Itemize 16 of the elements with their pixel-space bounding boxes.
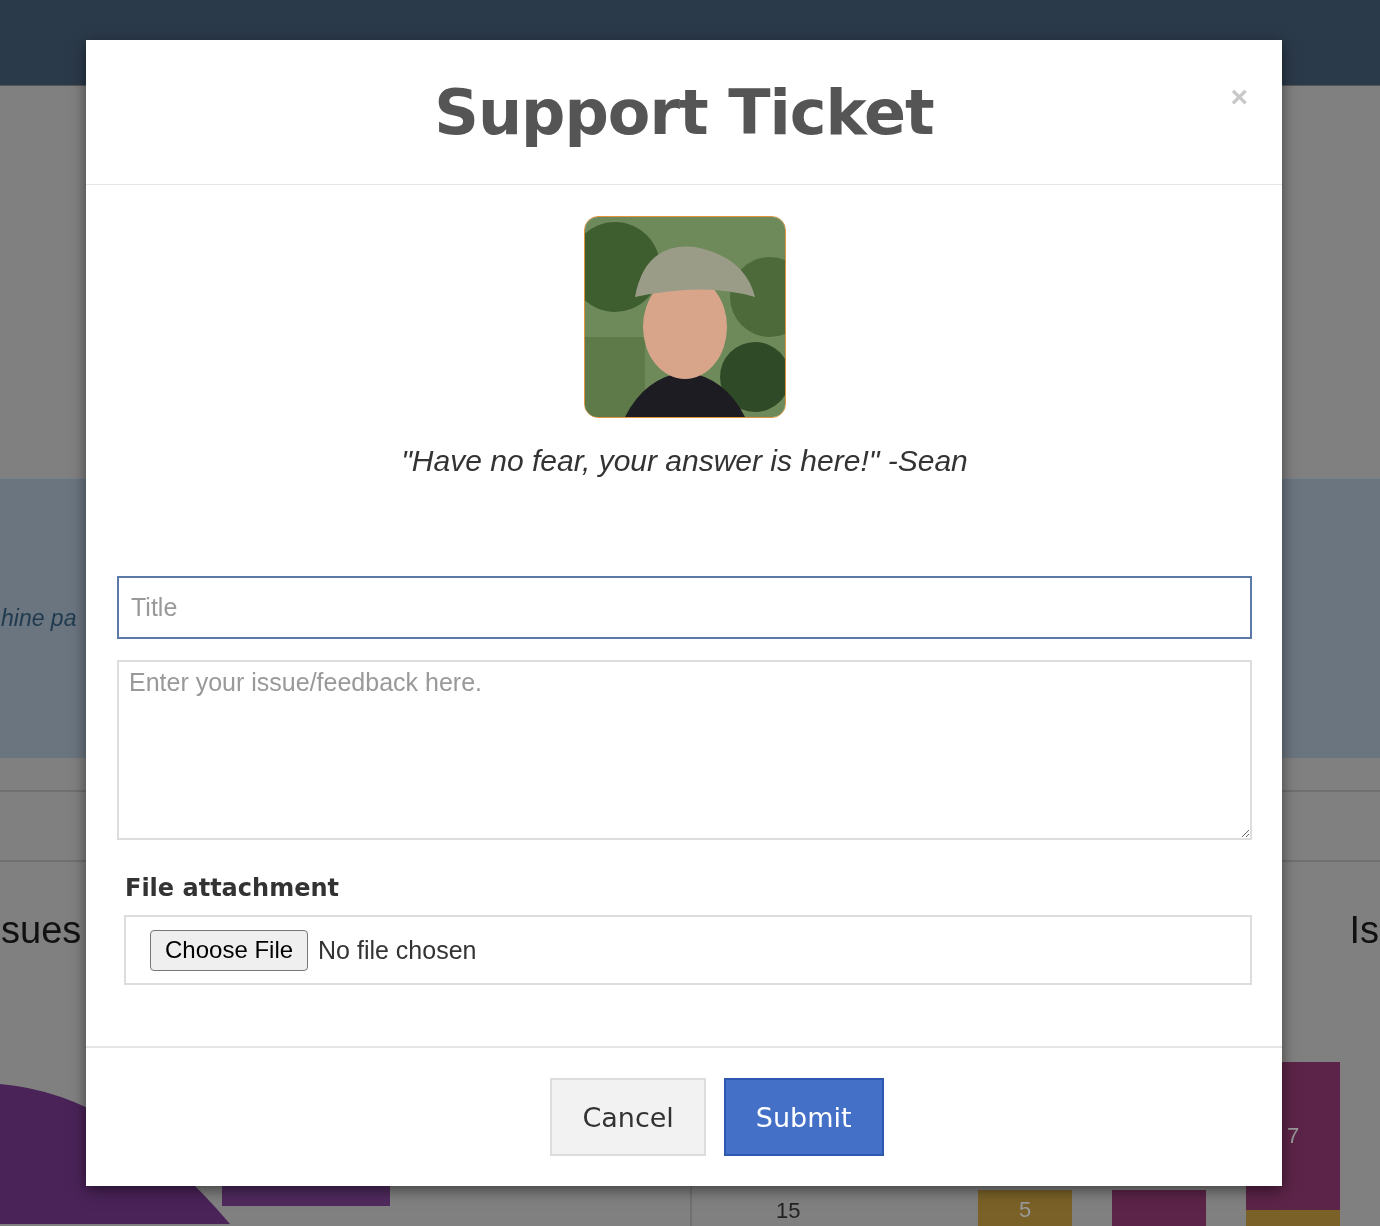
section-heading: Is (1349, 908, 1379, 952)
title-field[interactable]: Title (117, 576, 1252, 639)
issue-field[interactable]: Enter your issue/feedback here. (117, 660, 1252, 840)
submit-button[interactable]: Submit (723, 1078, 884, 1156)
file-attachment-label: File attachment (125, 874, 339, 902)
dialog-title: Support Ticket (434, 75, 934, 149)
cancel-button[interactable]: Cancel (550, 1078, 706, 1156)
bar-value: 5 (1018, 1197, 1032, 1223)
choose-file-button[interactable]: Choose File (150, 929, 309, 971)
bar-value: 7 (1286, 1123, 1300, 1149)
file-status: No file chosen (318, 935, 477, 965)
quote-text: "Have no fear, your answer is here!" -Sean (401, 444, 968, 478)
section-heading: sues (1, 908, 82, 952)
file-input-field[interactable]: Choose File No file chosen (124, 915, 1252, 985)
banner-text: hine pa (1, 605, 77, 632)
axis-tick-label: 15 (776, 1198, 801, 1224)
